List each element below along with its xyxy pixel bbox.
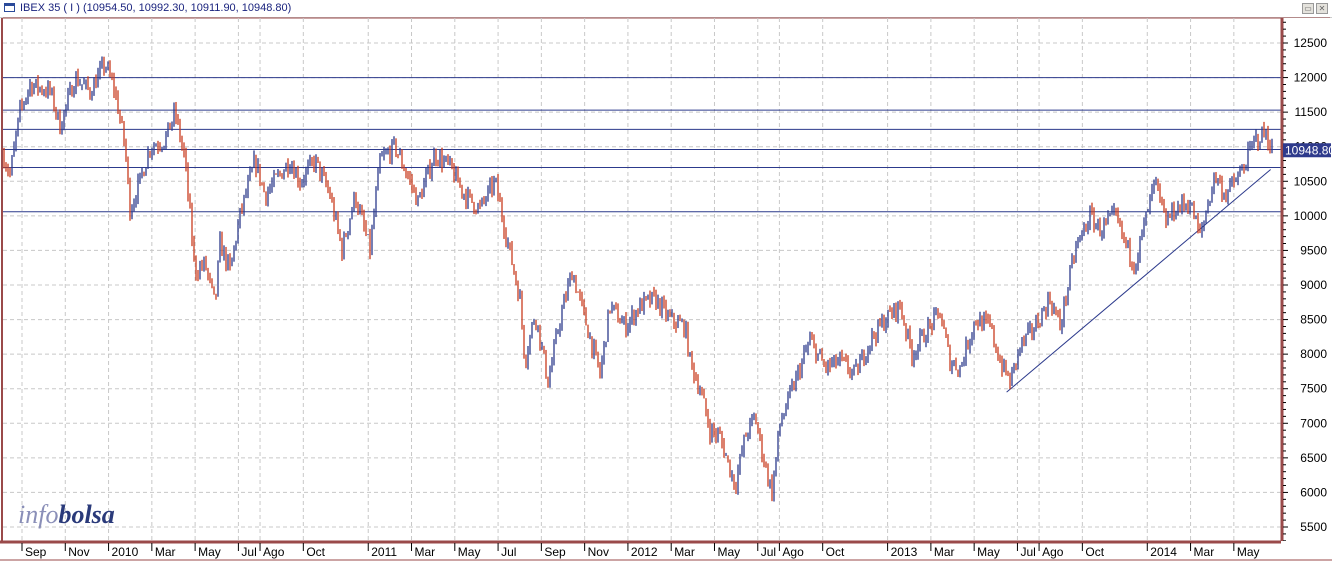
y-tick-label: 9000 [1300, 278, 1327, 292]
x-tick-label: Jul [1020, 545, 1035, 559]
x-tick-label: Sep [25, 545, 47, 559]
y-tick-label: 12500 [1294, 36, 1328, 50]
y-tick-label: 5500 [1300, 520, 1327, 534]
x-tick-label: Oct [306, 545, 325, 559]
price-chart[interactable]: 5500 6000 6500 7000 7500 8000 8500 9000 9500 1000… [0, 0, 1332, 561]
x-tick-label: Ago [263, 545, 285, 559]
y-tick-label: 10500 [1294, 174, 1328, 188]
x-tick-label: 2011 [371, 545, 397, 559]
x-tick-label: May [717, 545, 740, 559]
logo-part-info: info [18, 500, 59, 529]
x-tick-label: Mar [934, 545, 955, 559]
y-tick-label: 7500 [1300, 382, 1327, 396]
x-tick-label: Sep [544, 545, 566, 559]
y-tick-label: 8000 [1300, 347, 1327, 361]
y-tick-label: 10000 [1294, 209, 1328, 223]
x-tick-label: 2012 [631, 545, 658, 559]
x-tick-label: Mar [1194, 545, 1215, 559]
x-tick-label: May [1237, 545, 1260, 559]
y-tick-label: 12000 [1294, 71, 1328, 85]
x-tick-label: May [458, 545, 481, 559]
y-tick-label: 11500 [1295, 105, 1328, 119]
x-tick-label: Mar [155, 545, 176, 559]
x-tick-label: Mar [674, 545, 695, 559]
x-tick-label: Jul [241, 545, 256, 559]
x-tick-label: 2013 [891, 545, 918, 559]
y-tick-label: 9500 [1300, 243, 1327, 257]
x-tick-label: 2014 [1150, 545, 1177, 559]
logo-part-bolsa: bolsa [58, 500, 115, 529]
x-tick-label: Nov [588, 545, 609, 559]
x-tick-label: May [977, 545, 1000, 559]
infobolsa-logo: infobolsa [18, 500, 115, 530]
x-tick-label: Nov [68, 545, 89, 559]
x-tick-label: Mar [415, 545, 436, 559]
last-price-label: 10948.80 [1285, 143, 1332, 157]
x-tick-label: 2010 [112, 545, 139, 559]
x-tick-label: Ago [782, 545, 804, 559]
x-tick-label: Oct [826, 545, 845, 559]
y-tick-label: 6000 [1300, 485, 1327, 499]
y-tick-label: 6500 [1300, 451, 1327, 465]
x-tick-label: Jul [501, 545, 516, 559]
x-tick-label: Ago [1042, 545, 1064, 559]
x-tick-label: Jul [761, 545, 776, 559]
y-tick-label: 7000 [1300, 416, 1327, 430]
x-tick-label: May [198, 545, 221, 559]
x-tick-label: Oct [1085, 545, 1104, 559]
y-tick-label: 8500 [1300, 313, 1327, 327]
